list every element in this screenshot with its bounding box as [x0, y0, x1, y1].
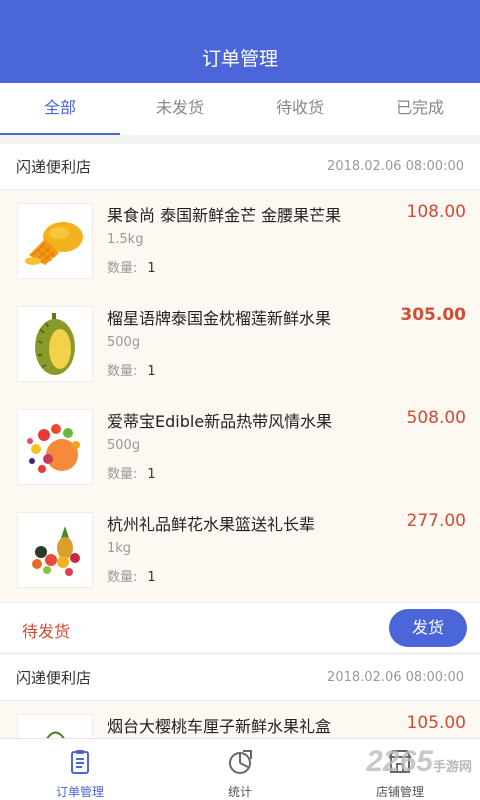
- page-title: 订单管理: [201, 48, 278, 70]
- product-price: 277.00: [406, 511, 466, 531]
- order-tabs: 全部 未发货 待收货 已完成: [0, 83, 480, 135]
- top-bar: 订单管理: [0, 0, 480, 83]
- nav-label: 店铺管理: [375, 785, 424, 799]
- order-item[interactable]: 榴星语牌泰国金枕榴莲新鲜水果 305.00 500g 数量: 1: [0, 293, 480, 396]
- product-quantity: 数量: 1: [107, 570, 156, 585]
- order-card[interactable]: 闪递便利店 2018.02.06 08:00:00 果食尚 泰国新鲜金芒 金腰果…: [0, 144, 480, 652]
- nav-label: 订单管理: [55, 785, 104, 799]
- order-header: 闪递便利店 2018.02.06 08:00:00: [0, 144, 480, 190]
- store-name: 闪递便利店: [16, 158, 92, 176]
- product-spec: 1kg: [107, 541, 132, 556]
- order-card[interactable]: 闪递便利店 2018.02.06 08:00:00 烟台大樱桃车厘子新鲜水果礼盒…: [0, 655, 480, 745]
- order-item[interactable]: 爱蒂宝Edible新品热带风情水果 508.00 500g 数量: 1: [0, 396, 480, 499]
- tab-completed[interactable]: 已完成: [360, 83, 480, 135]
- mango-image: [17, 203, 93, 279]
- fruit-bowl-image: [17, 409, 93, 485]
- product-spec: 500g: [107, 335, 141, 350]
- nav-order-management[interactable]: 订单管理: [0, 739, 160, 800]
- fruit-basket-image: [17, 512, 93, 588]
- order-time: 2018.02.06 08:00:00: [327, 670, 464, 685]
- product-quantity: 数量: 1: [107, 261, 156, 276]
- store-icon: [388, 750, 412, 773]
- order-item[interactable]: 果食尚 泰国新鲜金芒 金腰果芒果 108.00 1.5kg 数量: 1: [0, 190, 480, 293]
- store-name: 闪递便利店: [16, 669, 92, 687]
- product-spec: 500g: [107, 438, 141, 453]
- order-status: 待发货: [22, 622, 71, 641]
- tab-awaiting-receipt[interactable]: 待收货: [240, 83, 360, 135]
- order-footer: 待发货 发货: [0, 602, 480, 652]
- product-quantity: 数量: 1: [107, 364, 156, 379]
- nav-label: 统计: [227, 785, 252, 799]
- durian-image: [17, 306, 93, 382]
- clipboard-icon: [71, 750, 89, 774]
- nav-statistics[interactable]: 统计: [160, 739, 320, 800]
- product-quantity: 数量: 1: [107, 467, 156, 482]
- order-header: 闪递便利店 2018.02.06 08:00:00: [0, 655, 480, 701]
- tab-unshipped[interactable]: 未发货: [120, 83, 240, 135]
- product-price: 305.00: [400, 305, 466, 325]
- ship-button[interactable]: 发货: [389, 609, 467, 647]
- product-price: 508.00: [406, 408, 466, 428]
- product-name: 杭州礼品鲜花水果篮送礼长辈: [107, 515, 316, 534]
- product-spec: 1.5kg: [107, 232, 144, 247]
- tab-all[interactable]: 全部: [0, 83, 120, 135]
- chart-icon: [229, 750, 252, 774]
- order-time: 2018.02.06 08:00:00: [327, 159, 464, 174]
- bottom-nav: 订单管理 统计 店铺管理: [0, 738, 480, 800]
- product-name: 果食尚 泰国新鲜金芒 金腰果芒果: [107, 206, 342, 225]
- order-item[interactable]: 杭州礼品鲜花水果篮送礼长辈 277.00 1kg 数量: 1: [0, 499, 480, 602]
- product-price: 108.00: [406, 202, 466, 222]
- product-price: 105.00: [406, 713, 466, 733]
- product-name: 爱蒂宝Edible新品热带风情水果: [107, 412, 333, 431]
- nav-store-management[interactable]: 店铺管理: [320, 739, 480, 800]
- product-name: 榴星语牌泰国金枕榴莲新鲜水果: [107, 309, 332, 328]
- product-name: 烟台大樱桃车厘子新鲜水果礼盒: [107, 717, 332, 736]
